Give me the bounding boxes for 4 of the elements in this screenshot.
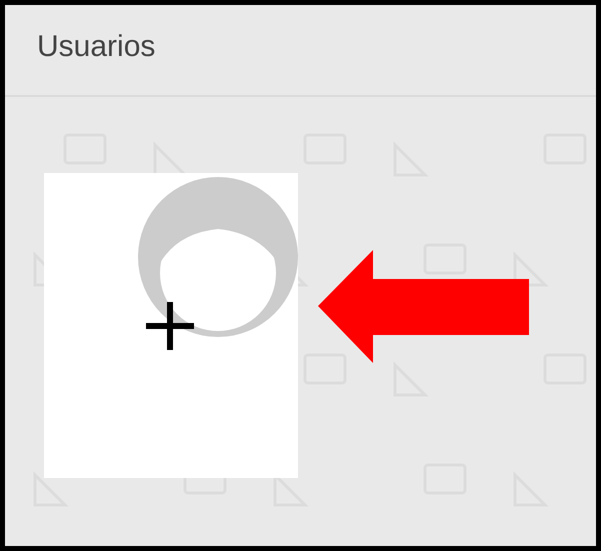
page-title: Usuarios <box>37 28 156 64</box>
plus-icon <box>144 300 196 352</box>
photo-upload-card[interactable] <box>44 173 298 478</box>
arrow-icon <box>318 250 529 363</box>
